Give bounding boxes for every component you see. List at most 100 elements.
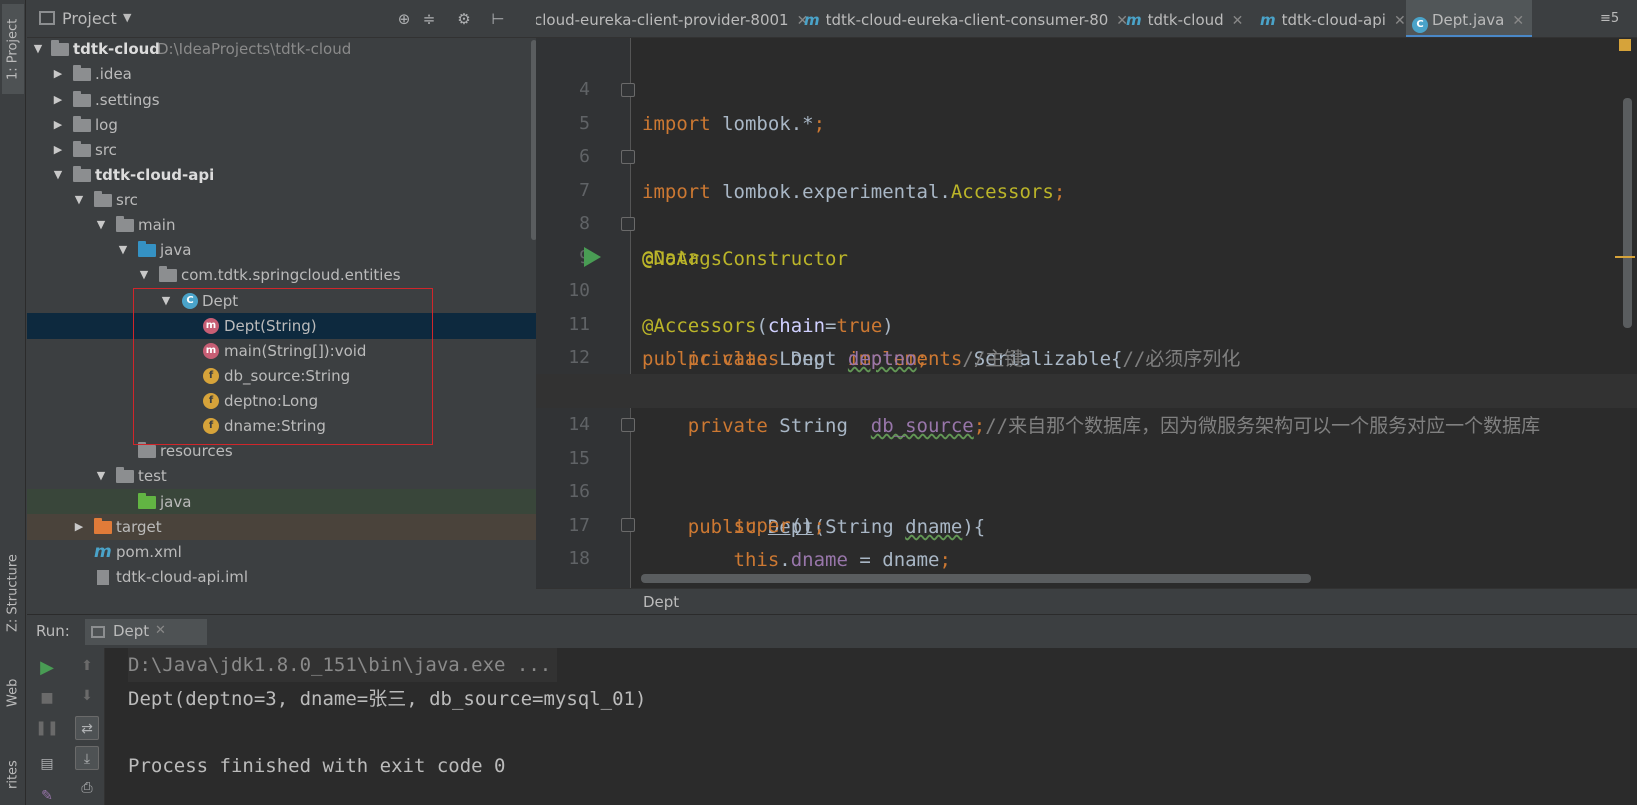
tree-item-idea[interactable]: ▶ .idea (27, 61, 536, 87)
folder-icon (94, 191, 112, 207)
tree-item-label: pom.xml (116, 543, 182, 561)
editor-tab-bar: cloud-eureka-client-provider-8001 ✕ m tdtk… (536, 0, 1637, 38)
tree-item-pom[interactable]: m pom.xml (27, 539, 536, 565)
code-line: 6 (536, 106, 1637, 167)
tree-item-label: tdtk-cloud-api (95, 166, 215, 184)
tree-item-settings[interactable]: ▶ .settings (27, 87, 536, 113)
print-icon[interactable]: ⎙ (75, 776, 99, 800)
structure-tool-tab[interactable]: Z: Structure (2, 548, 24, 638)
tree-item-label: dname:String (224, 417, 326, 435)
fold-marker-icon[interactable] (621, 518, 635, 532)
tree-item-target[interactable]: ▶ target (27, 514, 536, 540)
gear-icon[interactable]: ⚙ (454, 9, 474, 29)
run-toolbar-right: ⬆ ⬇ ⇄ ⤓ ⎙ (69, 648, 105, 805)
project-panel-title[interactable]: Project (62, 9, 117, 28)
collapsed-triangle-icon[interactable]: ▶ (51, 61, 65, 87)
expand-triangle-icon[interactable]: ▼ (51, 162, 65, 188)
stop-icon[interactable]: ■ (35, 686, 59, 710)
tree-item-tdtk-cloud[interactable]: ▼ tdtk-cloud D:\IdeaProjects\tdtk-cloud (27, 36, 536, 62)
dump-threads-icon[interactable]: ▤ (35, 752, 59, 776)
close-icon[interactable]: ✕ (1512, 13, 1524, 29)
tree-item-field-dname[interactable]: f dname:String (27, 413, 536, 439)
console-output[interactable]: D:\Java\jdk1.8.0_151\bin\java.exe ... De… (105, 648, 1637, 805)
collapsed-triangle-icon[interactable]: ▶ (51, 137, 65, 163)
tree-item-main[interactable]: ▼ main (27, 212, 536, 238)
tab-dept-java[interactable]: C Dept.java ✕ (1406, 0, 1532, 37)
tree-item-field-deptno[interactable]: f deptno:Long (27, 388, 536, 414)
expand-triangle-icon[interactable]: ▼ (31, 36, 45, 62)
tree-item-resources[interactable]: resources (27, 438, 536, 464)
view-dropdown-chevron-icon[interactable]: ▼ (123, 11, 131, 24)
vertical-scrollbar[interactable] (1623, 98, 1632, 328)
rerun-icon[interactable]: ▶ (35, 656, 59, 680)
locate-icon[interactable]: ⊕ (394, 9, 414, 29)
tree-item-test-java[interactable]: java (27, 489, 536, 515)
tree-item-test[interactable]: ▼ test (27, 463, 536, 489)
close-icon[interactable]: ✕ (1394, 13, 1406, 29)
favorites-tool-tab[interactable]: rites (2, 745, 24, 805)
close-icon[interactable]: ✕ (1232, 13, 1244, 29)
tree-item-label: src (116, 191, 138, 209)
left-tool-strip: 1: Project Z: Structure Web rites (0, 0, 26, 805)
code-line: 19 (536, 542, 1637, 562)
scroll-to-end-icon[interactable]: ⤓ (75, 746, 99, 770)
horizontal-scrollbar[interactable] (641, 574, 1311, 583)
run-toolbar-left: ▶ ■ ❚❚ ▤ ✎ (27, 648, 69, 805)
expand-triangle-icon[interactable]: ▼ (159, 288, 173, 314)
breadcrumb[interactable]: Dept (643, 589, 679, 615)
tree-item-label: java (160, 241, 192, 259)
tree-item-main-method[interactable]: m main(String[]):void (27, 338, 536, 364)
maven-icon: m (1126, 11, 1142, 29)
pause-icon[interactable]: ❚❚ (35, 716, 59, 740)
error-stripe-marker[interactable] (1615, 256, 1635, 258)
tab-consumer-80[interactable]: m tdtk-cloud-eureka-client-consumer-80 ✕ (798, 0, 1128, 37)
tree-item-tdtk-cloud-api[interactable]: ▼ tdtk-cloud-api (27, 162, 536, 188)
resources-folder-icon (138, 442, 156, 458)
tree-item-path: D:\IdeaProjects\tdtk-cloud (157, 40, 352, 58)
arrow-down-icon[interactable]: ⬇ (75, 684, 99, 708)
tree-item-label: java (160, 493, 192, 511)
tree-item-java[interactable]: ▼ java (27, 237, 536, 263)
tree-item-dept-class[interactable]: ▼ C Dept (27, 288, 536, 314)
close-icon[interactable]: ✕ (155, 623, 166, 638)
collapsed-triangle-icon[interactable]: ▶ (51, 87, 65, 113)
soft-wrap-icon[interactable]: ⇄ (75, 716, 99, 740)
tree-item-iml[interactable]: tdtk-cloud-api.iml (27, 564, 536, 590)
tree-item-package[interactable]: ▼ com.tdtk.springcloud.entities (27, 262, 536, 288)
tree-item-log[interactable]: ▶ log (27, 112, 536, 138)
expand-triangle-icon[interactable]: ▼ (116, 237, 130, 263)
tree-item-field-db-source[interactable]: f db_source:String (27, 363, 536, 389)
fold-marker-icon[interactable] (621, 83, 635, 97)
arrow-up-icon[interactable]: ⬆ (75, 654, 99, 678)
tab-provider-8001[interactable]: cloud-eureka-client-provider-8001 ✕ (536, 0, 808, 37)
tab-tdtk-cloud[interactable]: m tdtk-cloud ✕ (1120, 0, 1254, 37)
project-tool-tab[interactable]: 1: Project (2, 4, 24, 94)
collapsed-triangle-icon[interactable]: ▶ (72, 514, 86, 540)
tab-tdtk-cloud-api[interactable]: m tdtk-cloud-api ✕ (1254, 0, 1406, 37)
code-line: 17 this.dname = dname; (536, 475, 1637, 571)
project-panel: Project ▼ ⊕ ≑ ⚙ ⊢ ▼ tdtk-cloud D:\IdeaPr… (27, 0, 537, 614)
collapsed-triangle-icon[interactable]: ▶ (51, 112, 65, 138)
fold-marker-icon[interactable] (621, 418, 635, 432)
warning-marker-icon[interactable] (1619, 39, 1631, 51)
tree-item-src[interactable]: ▶ src (27, 137, 536, 163)
expand-triangle-icon[interactable]: ▼ (94, 212, 108, 238)
settings-icon[interactable]: ✎ (35, 784, 59, 805)
excluded-folder-icon (94, 518, 112, 534)
fold-marker-icon[interactable] (621, 150, 635, 164)
tree-item-constructor[interactable]: m Dept(String) (27, 313, 536, 339)
hide-panel-icon[interactable]: ⊢ (488, 9, 508, 29)
tree-item-src[interactable]: ▼ src (27, 187, 536, 213)
web-tool-tab[interactable]: Web (2, 668, 24, 718)
expand-triangle-icon[interactable]: ▼ (137, 262, 151, 288)
code-line: 5 import lombok.experimental.Accessors; (536, 73, 1637, 203)
collapse-all-icon[interactable]: ≑ (419, 9, 439, 29)
run-gutter-icon[interactable] (584, 247, 601, 267)
tab-overflow-button[interactable]: ≡5 (1600, 11, 1619, 26)
expand-triangle-icon[interactable]: ▼ (72, 187, 86, 213)
tree-item-label: tdtk-cloud (73, 40, 161, 58)
expand-triangle-icon[interactable]: ▼ (94, 463, 108, 489)
run-config-icon (91, 626, 105, 638)
fold-marker-icon[interactable] (621, 217, 635, 231)
code-editor[interactable]: 4 import lombok.*; 5 import lombok.exper… (536, 38, 1637, 638)
